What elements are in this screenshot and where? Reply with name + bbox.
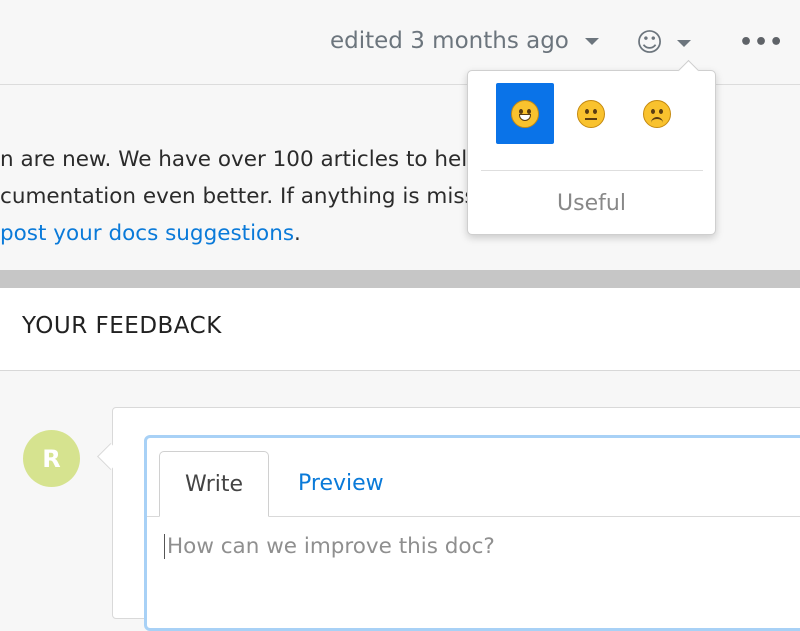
- paragraph-line: post your docs suggestions.: [0, 215, 301, 252]
- grinning-face-icon: [511, 99, 539, 128]
- reaction-option-neutral[interactable]: [562, 83, 620, 144]
- add-reaction-button[interactable]: ☺: [636, 28, 692, 58]
- edited-label: edited 3 months ago: [330, 28, 569, 54]
- docs-suggestions-link[interactable]: post your docs suggestions: [0, 221, 294, 246]
- tab-preview[interactable]: Preview: [298, 471, 384, 496]
- reaction-option-grinning[interactable]: [496, 83, 554, 144]
- reaction-label: Useful: [557, 191, 626, 216]
- reaction-option-sad[interactable]: [628, 83, 686, 144]
- paragraph-period: .: [294, 221, 301, 246]
- popover-divider: [481, 170, 703, 171]
- more-options-icon[interactable]: •••: [739, 30, 784, 55]
- comment-editor: Write Preview How can we improve this do…: [144, 435, 800, 631]
- section-divider: [0, 270, 800, 288]
- feedback-textarea[interactable]: How can we improve this doc?: [164, 534, 495, 559]
- sad-face-icon: [643, 99, 671, 128]
- tab-write[interactable]: Write: [159, 451, 269, 517]
- smiley-icon: ☺: [636, 28, 664, 58]
- edit-history-dropdown[interactable]: edited 3 months ago: [330, 28, 599, 54]
- chevron-down-icon: [677, 39, 692, 47]
- editor-tabs: Write Preview: [147, 438, 800, 517]
- neutral-face-icon: [577, 99, 605, 128]
- feedback-section-header: YOUR FEEDBACK: [0, 288, 800, 371]
- avatar: R: [23, 430, 80, 487]
- reaction-popover: Useful: [467, 70, 716, 235]
- feedback-title: YOUR FEEDBACK: [22, 313, 222, 339]
- chevron-down-icon: [584, 37, 599, 45]
